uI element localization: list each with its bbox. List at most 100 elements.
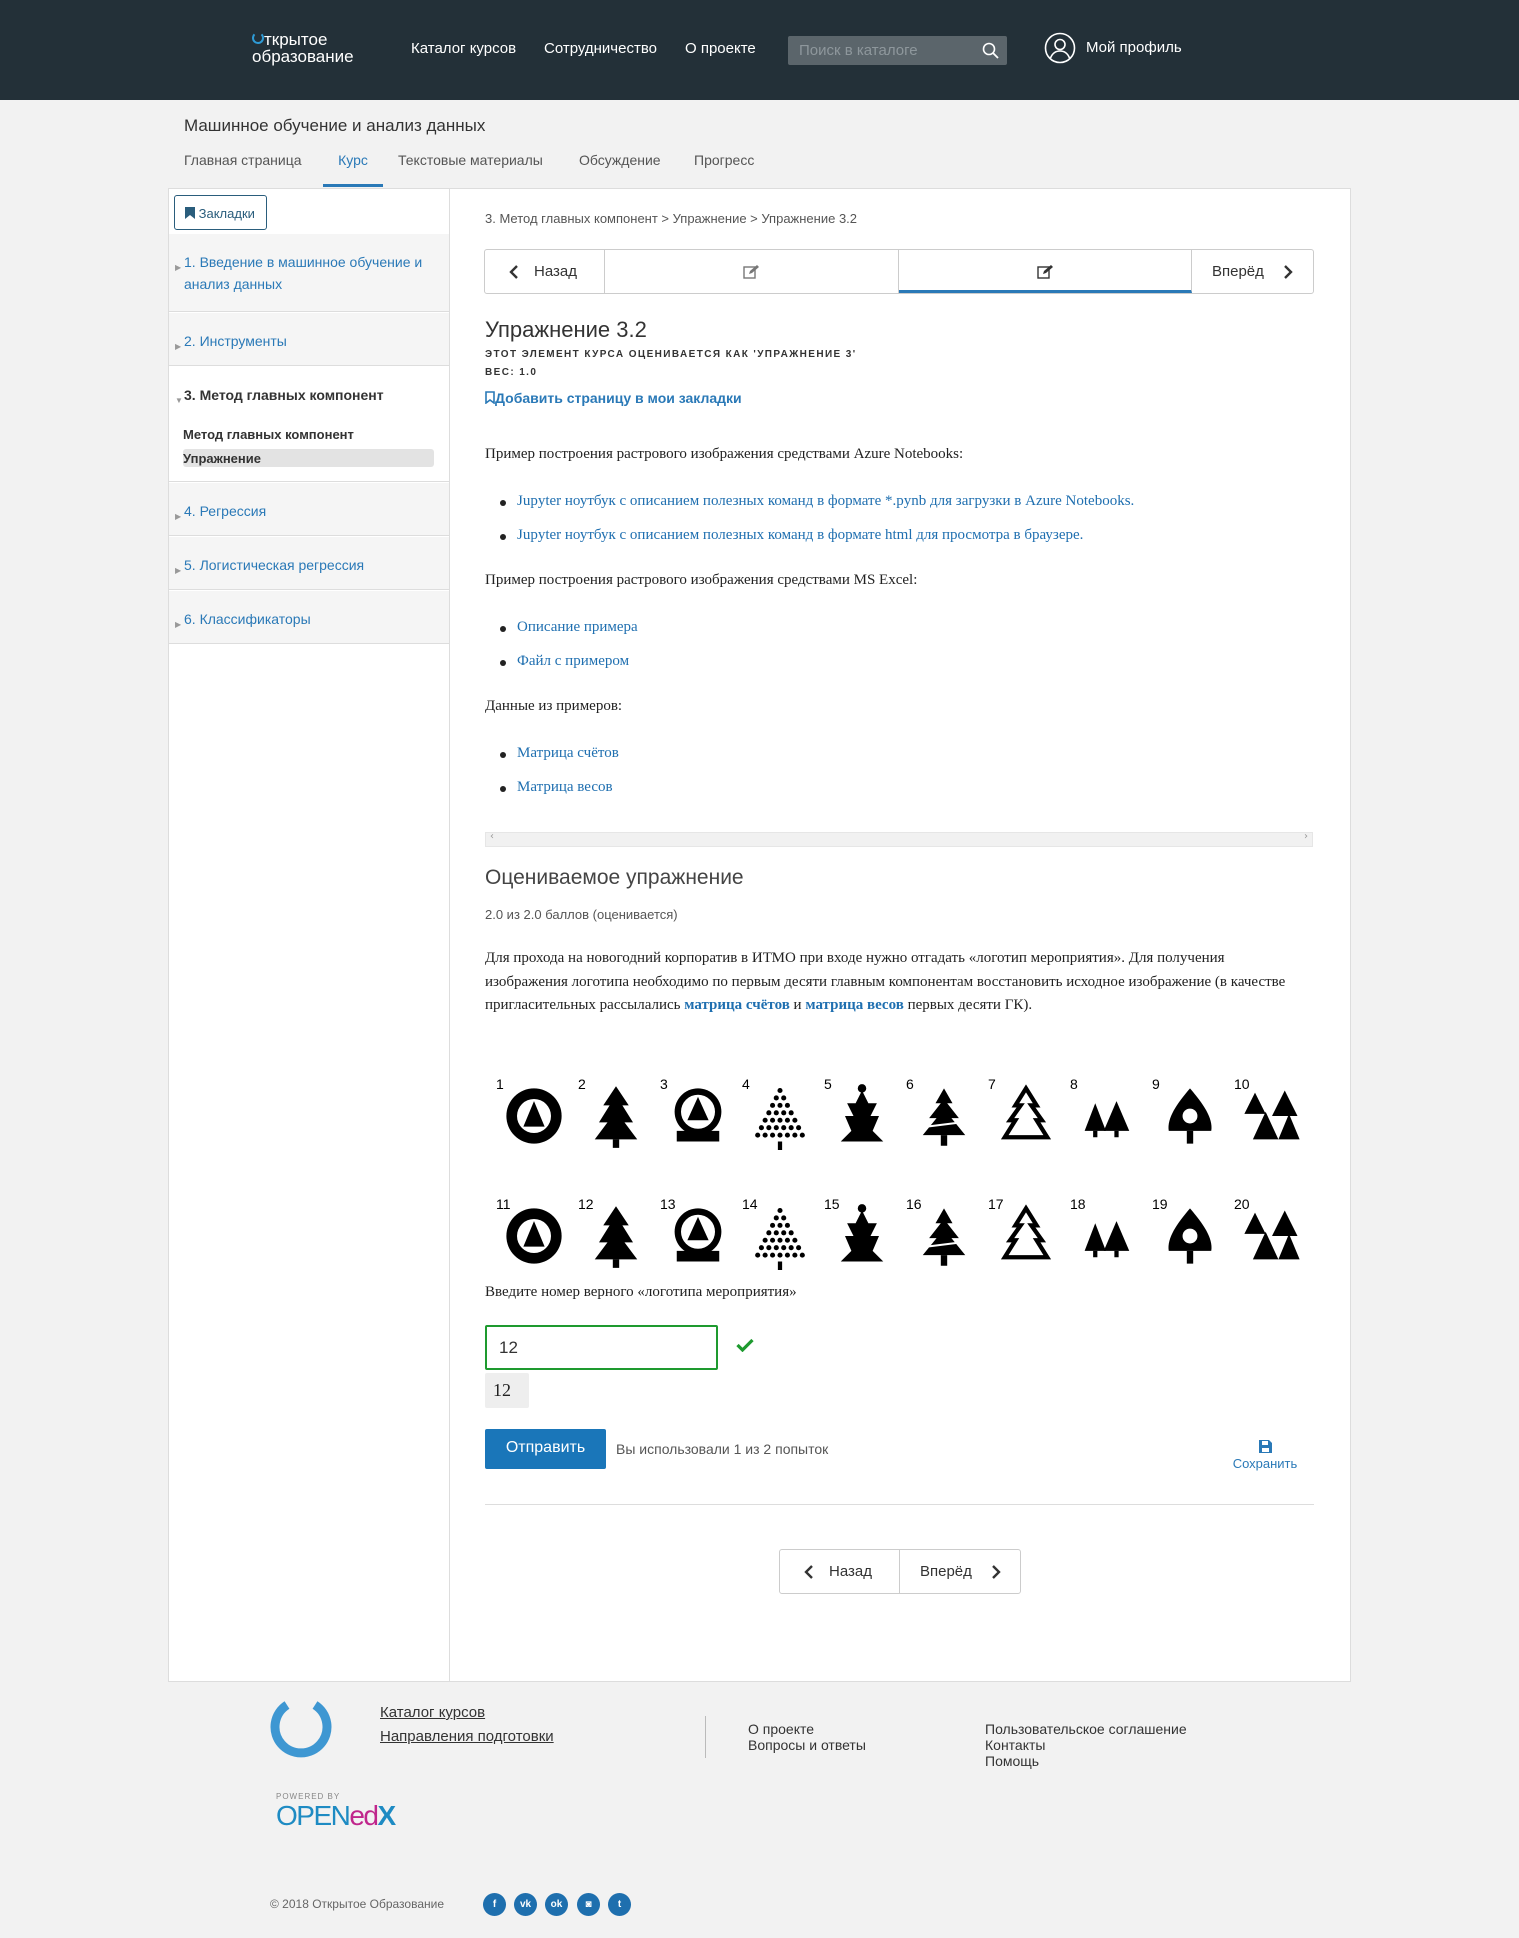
openedx-logo[interactable]: POWERED BY OPENedX bbox=[276, 1792, 396, 1831]
scroll-right-icon[interactable]: › bbox=[1304, 831, 1308, 842]
scores-matrix-link[interactable]: матрица счётов bbox=[684, 997, 790, 1013]
tree-logo-icon bbox=[506, 1208, 562, 1264]
user-avatar-icon bbox=[1044, 32, 1076, 64]
search-input[interactable] bbox=[788, 36, 978, 65]
bookmark-icon bbox=[185, 207, 195, 219]
link-scores-matrix[interactable]: Матрица счётов bbox=[500, 745, 619, 762]
tab-home[interactable]: Главная страница bbox=[184, 152, 302, 187]
logo-option-14: 14 bbox=[742, 1196, 822, 1286]
nav-catalog[interactable]: Каталог курсов bbox=[411, 40, 516, 57]
bottom-sequence-nav: Назад Вперёд bbox=[779, 1549, 1021, 1594]
seq-unit-1[interactable] bbox=[605, 250, 899, 293]
footer-catalog-link[interactable]: Каталог курсов bbox=[380, 1704, 485, 1721]
answer-prompt: Введите номер верного «логотипа мероприя… bbox=[485, 1284, 797, 1300]
seq-prev-button[interactable]: Назад bbox=[485, 250, 605, 293]
chevron-right-icon bbox=[992, 1565, 1001, 1579]
logo-option-2: 2 bbox=[578, 1076, 658, 1166]
logo-option-5: 5 bbox=[824, 1076, 904, 1166]
tree-logo-icon bbox=[594, 1086, 638, 1148]
tree-logo-icon bbox=[674, 1088, 722, 1142]
azure-link-html[interactable]: Jupyter ноутбук с описанием полезных ком… bbox=[500, 527, 1083, 544]
chevron-right-icon: ▶ bbox=[175, 620, 182, 629]
footer-about-link[interactable]: О проекте bbox=[748, 1721, 814, 1737]
footer-contacts-link[interactable]: Контакты bbox=[985, 1737, 1045, 1753]
nav-about[interactable]: О проекте bbox=[685, 40, 756, 57]
bookmarks-button[interactable]: Закладки bbox=[174, 195, 267, 230]
problem-score: 2.0 из 2.0 баллов (оценивается) bbox=[485, 907, 678, 922]
footer-help-link[interactable]: Помощь bbox=[985, 1753, 1039, 1769]
footer-terms-link[interactable]: Пользовательское соглашение bbox=[985, 1721, 1187, 1737]
answer-preview: 12 bbox=[485, 1373, 529, 1408]
chapter-intro[interactable]: ▶ 1. Введение в машинное обучение и анали… bbox=[169, 234, 449, 312]
tree-logo-icon bbox=[840, 1084, 884, 1142]
tree-logo-icon bbox=[1168, 1208, 1212, 1264]
tree-logo-icon bbox=[594, 1206, 638, 1268]
excel-intro: Пример построения растрового изображения… bbox=[485, 572, 918, 588]
attempts-text: Вы использовали 1 из 2 попыток bbox=[616, 1441, 829, 1457]
chapter-tools[interactable]: ▶ 2. Инструменты bbox=[169, 313, 449, 366]
subsection-exercise[interactable]: Упражнение bbox=[183, 449, 434, 467]
site-logo[interactable]: ткрытое образование bbox=[252, 30, 382, 72]
tab-discussion[interactable]: Обсуждение bbox=[579, 152, 661, 187]
scroll-left-icon[interactable]: ‹ bbox=[490, 831, 494, 842]
excel-link-file[interactable]: Файл с примером bbox=[500, 653, 629, 670]
odnoklassniki-icon[interactable]: ok bbox=[545, 1893, 568, 1916]
tree-logo-icon bbox=[755, 1207, 805, 1270]
facebook-icon[interactable]: f bbox=[483, 1893, 506, 1916]
bookmark-outline-icon bbox=[485, 391, 495, 405]
answer-input[interactable] bbox=[485, 1325, 718, 1370]
seq-next-button[interactable]: Вперёд bbox=[1192, 250, 1313, 293]
logo-option-1: 1 bbox=[496, 1076, 576, 1166]
tree-logo-icon bbox=[1084, 1221, 1130, 1258]
bottom-next-button[interactable]: Вперёд bbox=[900, 1550, 1020, 1593]
footer-directions-link[interactable]: Направления подготовки bbox=[380, 1728, 554, 1745]
graded-note: Этот элемент курса оценивается как 'Упра… bbox=[485, 349, 857, 360]
link-weights-matrix[interactable]: Матрица весов bbox=[500, 779, 613, 796]
chapter-logistic[interactable]: ▶ 5. Логистическая регрессия bbox=[169, 537, 449, 590]
seq-unit-2-active[interactable] bbox=[899, 250, 1192, 293]
problem-text: Для прохода на новогодний корпоратив в И… bbox=[485, 950, 1286, 1013]
tree-logo-icon bbox=[1000, 1204, 1052, 1260]
footer-faq-link[interactable]: Вопросы и ответы bbox=[748, 1737, 866, 1753]
tree-logo-icon bbox=[922, 1208, 966, 1266]
logo-option-4: 4 bbox=[742, 1076, 822, 1166]
bottom-prev-button[interactable]: Назад bbox=[780, 1550, 900, 1593]
chevron-right-icon bbox=[1284, 265, 1293, 279]
azure-link-pynb[interactable]: Jupyter ноутбук с описанием полезных ком… bbox=[500, 493, 1134, 510]
tree-logo-icon bbox=[674, 1208, 722, 1262]
save-button[interactable]: Сохранить bbox=[1225, 1440, 1305, 1471]
horizontal-scrollbar[interactable]: ‹ › bbox=[485, 831, 1313, 847]
weights-matrix-link[interactable]: матрица весов bbox=[805, 997, 903, 1013]
excel-link-description[interactable]: Описание примера bbox=[500, 619, 638, 636]
unit-title: Упражнение 3.2 bbox=[485, 317, 647, 342]
tree-logo-icon bbox=[1084, 1101, 1130, 1138]
divider bbox=[485, 1504, 1314, 1505]
twitter-icon[interactable]: t bbox=[608, 1893, 631, 1916]
logo-option-10: 10 bbox=[1234, 1076, 1314, 1166]
chevron-left-icon bbox=[509, 265, 518, 279]
tree-logo-icon bbox=[840, 1204, 884, 1262]
subsection-pca[interactable]: Метод главных компонент bbox=[183, 427, 354, 442]
nav-cooperation[interactable]: Сотрудничество bbox=[544, 40, 657, 57]
add-bookmark-link[interactable]: Добавить страницу в мои закладки bbox=[485, 390, 742, 406]
logo-option-20: 20 bbox=[1234, 1196, 1314, 1286]
tab-progress[interactable]: Прогресс bbox=[694, 152, 754, 187]
logo-option-18: 18 bbox=[1070, 1196, 1150, 1286]
chevron-right-icon: ▶ bbox=[175, 263, 182, 272]
tree-logo-icon bbox=[506, 1088, 562, 1144]
logo-option-15: 15 bbox=[824, 1196, 904, 1286]
footer-logo-icon[interactable] bbox=[270, 1697, 332, 1759]
instagram-icon[interactable]: ◙ bbox=[577, 1893, 600, 1916]
chapter-classifiers[interactable]: ▶ 6. Классификаторы bbox=[169, 591, 449, 644]
course-title: Машинное обучение и анализ данных bbox=[184, 116, 486, 135]
submit-button[interactable]: Отправить bbox=[485, 1429, 606, 1469]
search-box bbox=[788, 36, 1007, 65]
vk-icon[interactable]: vk bbox=[514, 1893, 537, 1916]
tab-text-materials[interactable]: Текстовые материалы bbox=[398, 152, 543, 187]
tab-course[interactable]: Курс bbox=[323, 152, 383, 187]
logo-option-8: 8 bbox=[1070, 1076, 1150, 1166]
chapter-regression[interactable]: ▶ 4. Регрессия bbox=[169, 483, 449, 536]
search-icon[interactable] bbox=[982, 42, 999, 59]
breadcrumb: 3. Метод главных компонент > Упражнение … bbox=[485, 211, 858, 226]
sequence-nav: Назад Вперёд bbox=[484, 249, 1314, 294]
